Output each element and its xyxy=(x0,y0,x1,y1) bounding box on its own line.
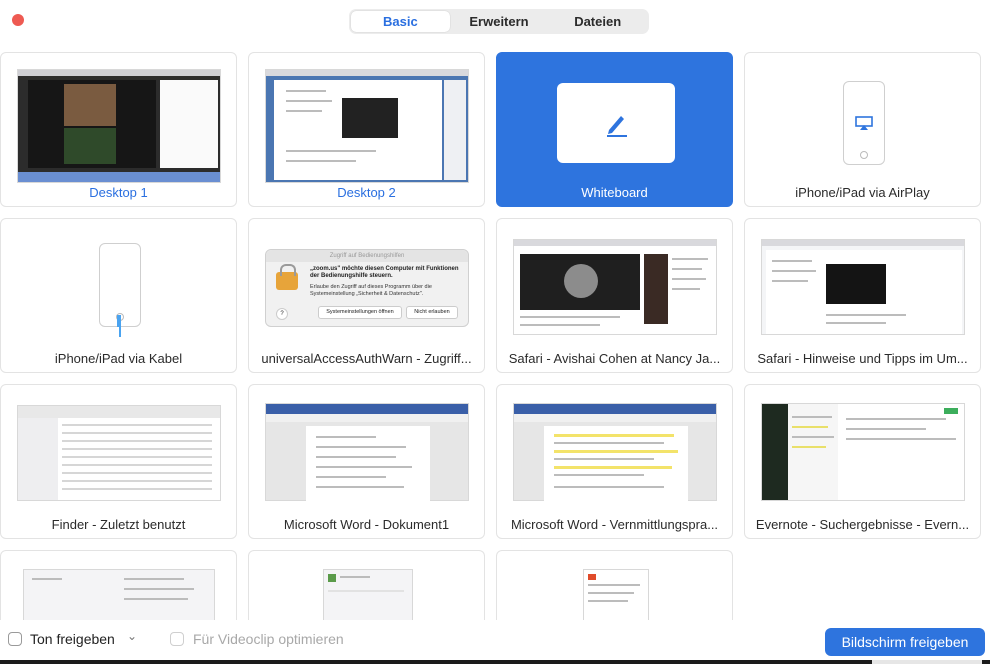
share-sound-checkbox[interactable] xyxy=(8,632,22,646)
tile-safari-avishai[interactable]: Safari - Avishai Cohen at Nancy Ja... xyxy=(496,218,733,373)
tile-label: iPhone/iPad via AirPlay xyxy=(795,185,930,200)
tile-label: Whiteboard xyxy=(581,185,648,200)
tile-desktop-1[interactable]: Desktop 1 xyxy=(0,52,237,207)
tile-iphone-cable[interactable]: iPhone/iPad via Kabel xyxy=(0,218,237,373)
dialog-heading: „zoom.us" möchte diesen Computer mit Fun… xyxy=(310,266,459,279)
dialog-open-settings-button: Systemeinstellungen öffnen xyxy=(318,306,402,319)
tile-label: Safari - Avishai Cohen at Nancy Ja... xyxy=(508,351,721,366)
dialog-thumbnail: Zugriff auf Bedienungshilfen „zoom.us" m… xyxy=(265,249,469,327)
share-category-tabs: Basic Erweitern Dateien xyxy=(349,9,649,34)
tile-desktop-2[interactable]: Desktop 2 xyxy=(248,52,485,207)
tile-airplay[interactable]: iPhone/iPad via AirPlay xyxy=(744,52,981,207)
whiteboard-card xyxy=(557,83,675,163)
tile-finder[interactable]: Finder - Zuletzt benutzt xyxy=(0,384,237,539)
window-thumbnail xyxy=(583,569,649,620)
dialog-deny-button: Nicht erlauben xyxy=(406,306,458,319)
tile-label: Microsoft Word - Dokument1 xyxy=(283,517,450,532)
tab-dateien[interactable]: Dateien xyxy=(548,11,647,32)
tile-label: Desktop 1 xyxy=(89,185,148,200)
tile-label: Desktop 2 xyxy=(337,185,396,200)
tile-word-vermittlung[interactable]: Microsoft Word - Vernmittlungspra... xyxy=(496,384,733,539)
window-thumbnail xyxy=(323,569,413,620)
tile-access-warning[interactable]: Zugriff auf Bedienungshilfen „zoom.us" m… xyxy=(248,218,485,373)
tile-label: universalAccessAuthWarn - Zugriff... xyxy=(261,351,472,366)
dialog-body: Erlaube den Zugriff auf dieses Programm … xyxy=(310,284,432,297)
phone-icon xyxy=(843,81,885,165)
tile-label: Microsoft Word - Vernmittlungspra... xyxy=(510,517,719,532)
safari-doc-thumbnail xyxy=(761,239,965,335)
window-thumbnail xyxy=(23,569,215,620)
evernote-thumbnail xyxy=(761,403,965,501)
dialog-help-button: ? xyxy=(276,308,288,320)
word-highlight-thumbnail xyxy=(513,403,717,501)
airplay-icon xyxy=(855,116,873,130)
chevron-down-icon[interactable]: ⌄ xyxy=(127,629,137,643)
tile-window-13[interactable] xyxy=(0,550,237,620)
tab-erweitern[interactable]: Erweitern xyxy=(450,11,549,32)
tile-safari-hinweise[interactable]: Safari - Hinweise und Tipps im Um... xyxy=(744,218,981,373)
cable-icon xyxy=(117,315,121,327)
tile-whiteboard[interactable]: Whiteboard xyxy=(496,52,733,207)
tile-window-14[interactable] xyxy=(248,550,485,620)
tab-basic[interactable]: Basic xyxy=(351,11,450,32)
share-screen-button[interactable]: Bildschirm freigeben xyxy=(825,628,985,656)
tile-label: iPhone/iPad via Kabel xyxy=(54,351,183,366)
optimize-video-checkbox[interactable] xyxy=(170,632,184,646)
share-sound-label: Ton freigeben xyxy=(30,631,115,647)
desktop-2-thumbnail xyxy=(265,69,469,183)
scrollbar-thumb[interactable] xyxy=(872,660,982,664)
dialog-title: Zugriff auf Bedienungshilfen xyxy=(266,250,468,262)
bottom-strip xyxy=(0,660,990,664)
pencil-icon xyxy=(607,116,627,137)
close-window-button[interactable] xyxy=(12,14,24,26)
tile-label: Finder - Zuletzt benutzt xyxy=(51,517,186,532)
desktop-1-thumbnail xyxy=(17,69,221,183)
tile-label: Safari - Hinweise und Tipps im Um... xyxy=(757,351,968,366)
tile-window-15[interactable] xyxy=(496,550,733,620)
tile-word-dokument1[interactable]: Microsoft Word - Dokument1 xyxy=(248,384,485,539)
tile-label: Evernote - Suchergebnisse - Evern... xyxy=(755,517,970,532)
tile-evernote[interactable]: Evernote - Suchergebnisse - Evern... xyxy=(744,384,981,539)
word-thumbnail xyxy=(265,403,469,501)
finder-thumbnail xyxy=(17,405,221,501)
optimize-video-label: Für Videoclip optimieren xyxy=(193,631,344,647)
safari-video-thumbnail xyxy=(513,239,717,335)
